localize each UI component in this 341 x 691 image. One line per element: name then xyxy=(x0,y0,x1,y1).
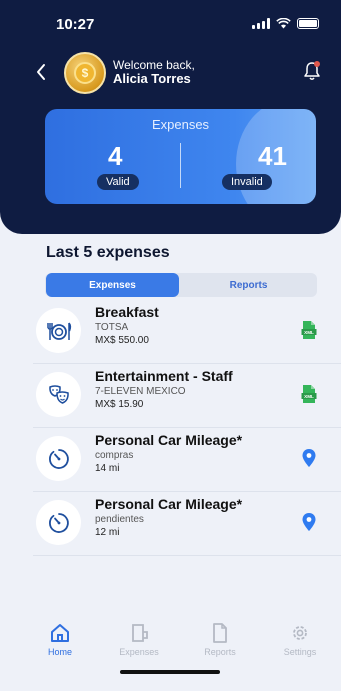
invalid-badge: Invalid xyxy=(222,174,272,190)
wifi-icon xyxy=(276,18,291,29)
speedometer-icon xyxy=(36,436,81,481)
expense-amount: 12 mi xyxy=(95,527,120,538)
expense-merchant: compras xyxy=(95,450,134,461)
document-icon xyxy=(213,623,227,643)
location-pin-icon[interactable] xyxy=(301,448,317,468)
expense-amount: MX$ 550.00 xyxy=(95,335,149,346)
expense-title: Breakfast xyxy=(95,304,159,320)
expense-title: Personal Car Mileage* xyxy=(95,496,243,512)
tab-expenses-label: Expenses xyxy=(119,647,159,657)
svg-text:XML: XML xyxy=(304,330,314,335)
svg-text:XML: XML xyxy=(304,394,314,399)
section-title: Last 5 expenses xyxy=(46,244,170,261)
user-name: Alicia Torres xyxy=(113,71,191,86)
valid-badge: Valid xyxy=(97,174,139,190)
summary-divider xyxy=(180,143,181,188)
notification-bell-icon[interactable] xyxy=(302,60,322,82)
tab-expenses-nav[interactable]: Expenses xyxy=(109,623,169,657)
list-item[interactable]: Breakfast TOTSA MX$ 550.00 XML xyxy=(33,300,341,364)
masks-icon xyxy=(36,372,81,417)
xml-file-icon[interactable]: XML xyxy=(301,320,317,340)
expense-title: Entertainment - Staff xyxy=(95,368,233,384)
coin-icon: $ xyxy=(74,62,96,84)
receipt-icon xyxy=(132,624,148,642)
tab-settings[interactable]: Settings xyxy=(270,623,330,657)
valid-count: 4 xyxy=(108,141,123,171)
tab-reports-label: Reports xyxy=(204,647,236,657)
tab-expenses[interactable]: Expenses xyxy=(46,273,179,297)
expense-amount: MX$ 15.90 xyxy=(95,399,144,410)
status-bar: 10:27 xyxy=(0,0,341,44)
xml-file-icon[interactable]: XML xyxy=(301,384,317,404)
battery-icon xyxy=(297,18,319,29)
expense-merchant: 7-ELEVEN MEXICO xyxy=(95,386,186,397)
expenses-summary-card[interactable]: Expenses 4 Valid 41 Invalid xyxy=(45,109,316,204)
tab-home-label: Home xyxy=(47,647,72,657)
avatar[interactable]: $ xyxy=(64,52,106,94)
list-item[interactable]: Personal Car Mileage* pendientes 12 mi xyxy=(33,492,341,556)
status-time: 10:27 xyxy=(56,16,95,33)
tab-settings-label: Settings xyxy=(283,647,317,657)
list-item[interactable]: Personal Car Mileage* compras 14 mi xyxy=(33,428,341,492)
tab-reports-nav[interactable]: Reports xyxy=(190,623,250,657)
expense-merchant: TOTSA xyxy=(95,322,129,333)
tab-reports[interactable]: Reports xyxy=(181,273,316,297)
welcome-text: Welcome back, xyxy=(113,58,195,72)
list-item[interactable]: Entertainment - Staff 7-ELEVEN MEXICO MX… xyxy=(33,364,341,428)
expense-title: Personal Car Mileage* xyxy=(95,432,243,448)
location-pin-icon[interactable] xyxy=(301,512,317,532)
expense-merchant: pendientes xyxy=(95,514,144,525)
summary-title: Expenses xyxy=(151,117,210,132)
invalid-count: 41 xyxy=(258,141,287,171)
status-icons xyxy=(252,18,319,29)
expense-amount: 14 mi xyxy=(95,463,120,474)
tab-bar: Home Expenses Reports Settings xyxy=(0,610,341,691)
tab-home[interactable]: Home xyxy=(30,623,90,657)
segmented-control: Expenses Reports xyxy=(45,273,317,297)
home-icon xyxy=(51,624,69,642)
home-indicator xyxy=(120,670,220,674)
signal-icon xyxy=(252,18,270,29)
back-chevron-icon[interactable] xyxy=(34,62,48,82)
gear-icon xyxy=(293,626,307,640)
speedometer-icon xyxy=(36,500,81,545)
dining-icon xyxy=(36,308,81,353)
header: 10:27 $ Welcome back, Alicia Torres Expe… xyxy=(0,0,341,234)
